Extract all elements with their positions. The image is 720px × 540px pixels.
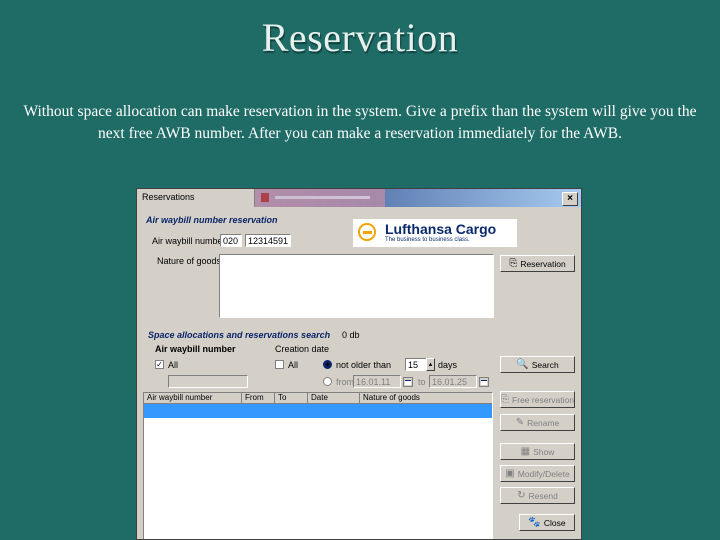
resend-icon: ↻ <box>517 489 526 501</box>
column-header[interactable]: Date <box>308 393 360 404</box>
days-label: days <box>438 360 458 370</box>
column-header[interactable]: From <box>242 393 275 404</box>
close-window-button[interactable]: × <box>562 192 578 206</box>
column-header[interactable]: Air waybill number <box>144 393 242 404</box>
search-heading: Space allocations and reservations searc… <box>148 330 331 340</box>
creation-date-label: Creation date <box>275 344 330 354</box>
free-reservation-button[interactable]: ⎘ Free reservation <box>500 391 575 408</box>
title-bar[interactable]: Reservations × <box>137 189 581 207</box>
awb-number-input[interactable]: 12314591 <box>245 234 291 247</box>
modify-icon: ▣ <box>505 467 515 479</box>
slide-title: Reservation <box>261 15 459 60</box>
nature-of-goods-label: Nature of goods: <box>157 256 224 266</box>
results-table[interactable]: Air waybill number From To Date Nature o… <box>143 392 493 539</box>
crane-logo-icon <box>358 223 376 241</box>
table-row[interactable] <box>144 404 492 418</box>
not-older-label: not older than <box>336 360 392 370</box>
resend-button[interactable]: ↻ Resend <box>500 487 575 504</box>
from-date-input[interactable]: 16.01.11 <box>353 375 401 388</box>
from-label: from <box>336 377 354 387</box>
column-header[interactable]: Nature of goods <box>360 393 492 404</box>
all-awb-label: All <box>168 360 179 370</box>
to-label: to <box>418 377 426 387</box>
modify-delete-button[interactable]: ▣ Modify/Delete <box>500 465 575 482</box>
flag-icon <box>261 193 269 202</box>
awb-group-label: Air waybill number <box>155 344 236 354</box>
search-button[interactable]: 🔍 Search <box>500 356 575 373</box>
logo-tagline: The business to business class. <box>385 237 470 243</box>
days-input[interactable]: 15 <box>405 358 427 371</box>
all-awb-checkbox[interactable]: ✓ <box>155 360 164 369</box>
free-reservation-icon: ⎘ <box>501 393 510 405</box>
close-button[interactable]: 🐾 Close <box>519 514 575 531</box>
to-calendar-icon[interactable] <box>479 377 489 387</box>
rename-button[interactable]: ✎ Rename <box>500 414 575 431</box>
nature-of-goods-textarea[interactable] <box>219 254 494 318</box>
lufthansa-cargo-logo: Lufthansa Cargo The business to business… <box>353 219 517 247</box>
from-calendar-icon[interactable] <box>403 377 413 387</box>
show-button[interactable]: ▦ Show <box>500 443 575 460</box>
awb-number-label: Air waybill number: <box>152 236 229 246</box>
reservation-icon: ⎘ <box>509 257 518 269</box>
logo-name: Lufthansa Cargo <box>385 221 497 237</box>
column-header[interactable]: To <box>275 393 308 404</box>
search-count: 0 db <box>342 330 360 340</box>
rename-icon: ✎ <box>515 416 525 428</box>
reservation-button[interactable]: ⎘ Reservation <box>500 255 575 272</box>
background-window-tab[interactable] <box>255 189 385 207</box>
date-range-radio[interactable] <box>323 377 332 386</box>
awb-filter-input[interactable] <box>168 375 248 388</box>
slide-description: Without space allocation can make reserv… <box>23 103 697 142</box>
reservations-window: Reservations × Air waybill number reserv… <box>136 188 582 540</box>
table-header: Air waybill number From To Date Nature o… <box>144 393 492 404</box>
not-older-radio[interactable] <box>323 360 332 369</box>
paw-icon: 🐾 <box>528 516 541 528</box>
show-icon: ▦ <box>520 445 531 457</box>
search-icon: 🔍 <box>516 358 529 370</box>
awb-reservation-heading: Air waybill number reservation <box>146 215 278 225</box>
window-title: Reservations <box>137 189 255 207</box>
all-date-checkbox[interactable] <box>275 360 284 369</box>
all-date-label: All <box>288 360 299 370</box>
days-spinner[interactable]: ▲ <box>426 358 435 371</box>
background-window-title <box>275 196 370 199</box>
awb-prefix-input[interactable]: 020 <box>220 234 242 247</box>
to-date-input[interactable]: 16.01.25 <box>429 375 477 388</box>
